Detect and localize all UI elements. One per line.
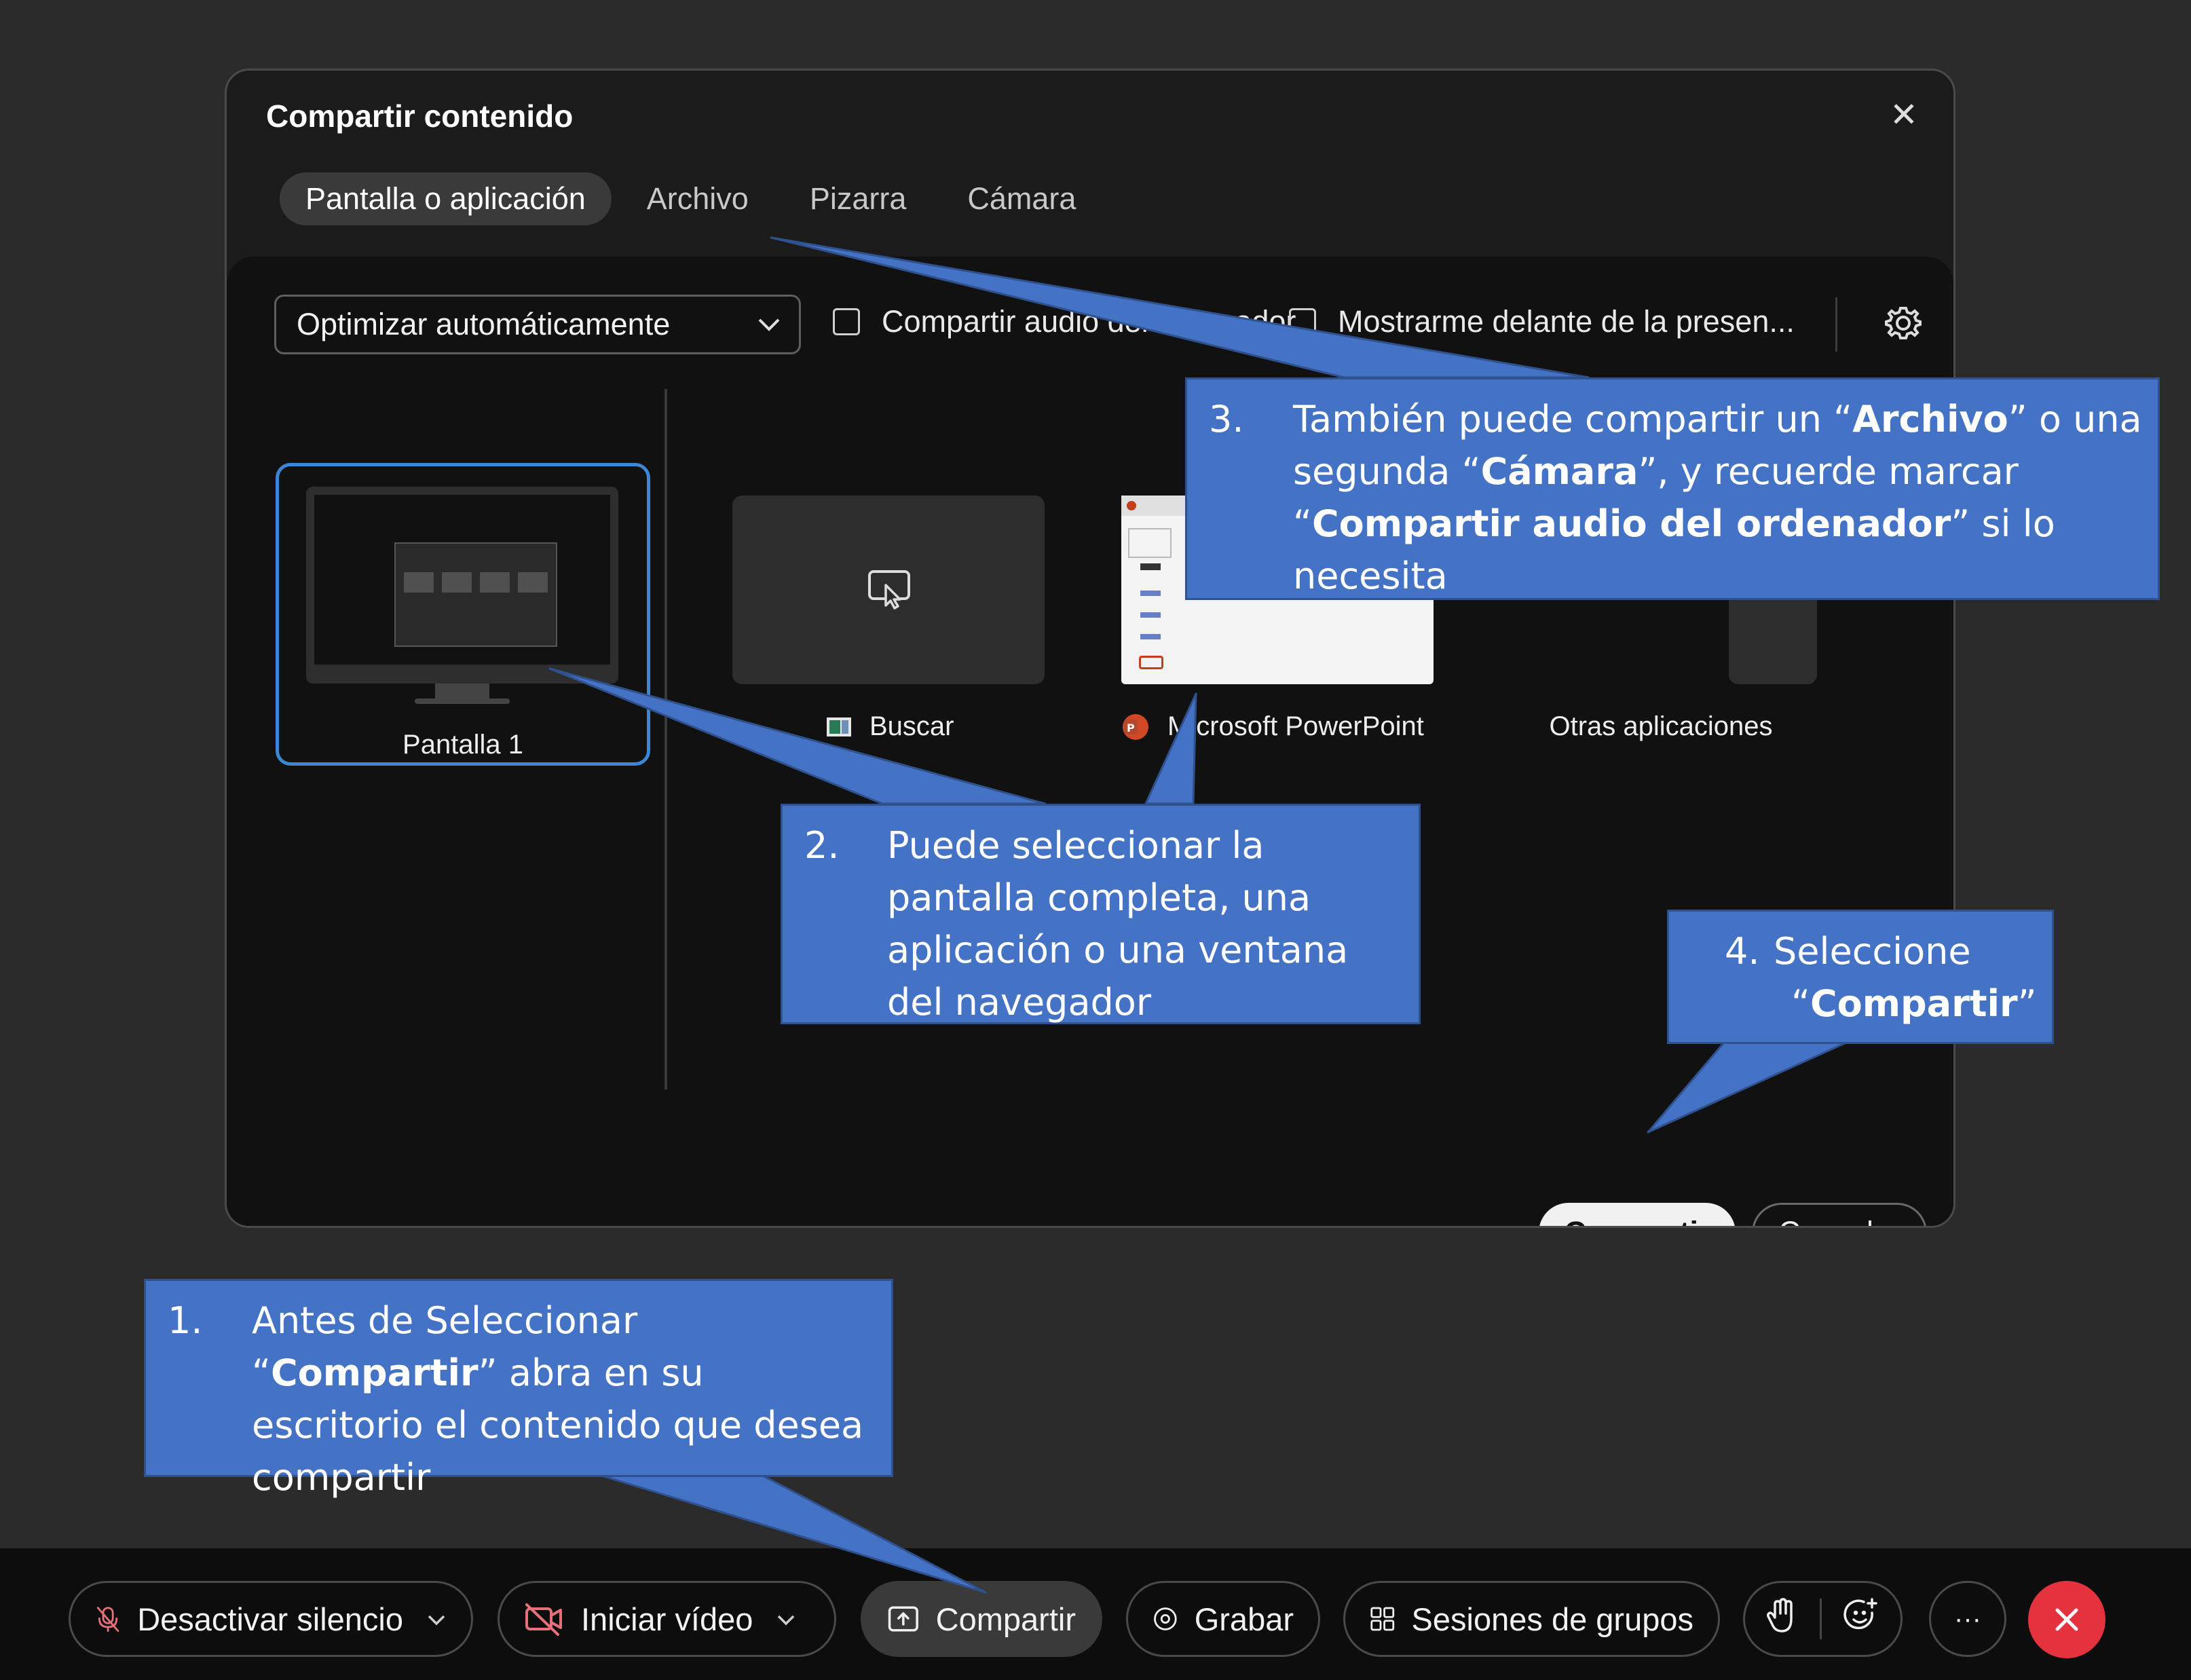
callout-4-number: 4. [1725,930,1760,973]
share-window-icon [868,570,910,610]
share-button[interactable]: Compartir [1539,1203,1736,1226]
record-button[interactable]: Grabar [1126,1581,1320,1657]
start-video-button[interactable]: Iniciar vídeo [498,1581,836,1657]
svg-text:P: P [1127,722,1135,734]
breakout-sessions-label: Sesiones de grupos [1411,1601,1693,1637]
dialog-title: Compartir contenido [266,98,574,134]
breakout-sessions-button[interactable]: Sesiones de grupos [1343,1581,1720,1657]
chevron-down-icon [755,297,783,371]
app-label-other: Otras aplicaciones [1549,711,1773,741]
app-thumbnail [732,496,1045,684]
tab-bar: Pantalla o aplicación Archivo Pizarra Cá… [280,172,1102,225]
mute-label: Desactivar silencio [137,1601,403,1637]
end-call-button[interactable] [2028,1581,2105,1658]
callout-4: 4. Seleccione “Compartir” [1667,910,2054,1044]
optimize-dropdown[interactable]: Optimizar automáticamente [274,295,801,354]
reactions-icon[interactable] [1842,1597,1880,1642]
start-video-label: Iniciar vídeo [581,1601,753,1637]
app-label-search: Buscar [826,711,954,742]
gear-icon[interactable] [1876,296,1930,350]
callout-1: 1. Antes de Seleccionar “Compartir” abra… [144,1279,893,1499]
checkbox-box[interactable] [833,308,860,335]
mute-button[interactable]: Desactivar silencio [69,1581,473,1657]
app-option-search[interactable]: Buscar [732,496,1045,742]
callout-2: 2. Puede seleccionar la pantalla complet… [781,804,1421,1024]
close-icon [2055,1608,2078,1631]
share-toolbar-label: Compartir [935,1601,1076,1637]
callout-2-text: Puede seleccionar la pantalla completa, … [887,824,1349,1024]
callout-4-text: Seleccione “Compartir” [1774,930,2037,1025]
reactions-group [1743,1581,1903,1657]
powerpoint-icon: P [1123,713,1148,740]
divider [1835,297,1837,352]
meeting-toolbar: Desactivar silencio Iniciar vídeo Compar… [0,1548,2191,1680]
checkbox-box[interactable] [1289,308,1316,335]
monitor-foot [415,698,510,704]
callout-3: 3. También puede compartir un “Archivo” … [1185,377,2160,600]
screen-option-1[interactable]: Pantalla 1 [276,463,650,766]
share-audio-checkbox[interactable]: Compartir audio del ordenador [833,304,1296,339]
callout-2-number: 2. [804,824,840,867]
divider [664,389,667,1089]
raise-hand-icon[interactable] [1765,1596,1799,1643]
share-content-dialog: Compartir contenido ✕ Pantalla o aplicac… [225,69,1955,1228]
callout-3-text: También puede compartir un “Archivo” o u… [1293,398,2142,597]
share-toolbar-button[interactable]: Compartir [861,1581,1102,1657]
optimize-value: Optimizar automáticamente [297,307,671,341]
screen-thumbnail [306,487,618,684]
share-screen-icon [888,1606,918,1632]
video-off-icon [525,1603,562,1636]
chevron-down-icon[interactable] [776,1605,796,1633]
show-me-checkbox[interactable]: Mostrarme delante de la presen... [1289,304,1795,339]
record-icon [1154,1607,1177,1630]
breakout-grid-icon [1370,1607,1395,1631]
share-audio-label: Compartir audio del ordenador [882,304,1296,339]
close-icon[interactable]: ✕ [1881,92,1926,137]
record-label: Grabar [1194,1601,1294,1637]
callout-1-text: Antes de Seleccionar “Compartir” abra en… [252,1299,864,1499]
app-label-powerpoint: P Microsoft PowerPoint [1121,711,1424,742]
tab-screen-or-app[interactable]: Pantalla o aplicación [280,172,612,225]
search-app-icon [827,717,851,736]
tab-whiteboard[interactable]: Pizarra [784,172,933,225]
show-me-label: Mostrarme delante de la presen... [1338,304,1795,339]
callout-3-number: 3. [1209,398,1244,441]
tab-file[interactable]: Archivo [621,172,774,225]
more-options-button[interactable]: ··· [1929,1581,2006,1657]
divider [1820,1599,1822,1639]
callout-1-number: 1. [168,1299,203,1342]
screen-label: Pantalla 1 [402,730,523,760]
chevron-down-icon[interactable] [426,1605,447,1633]
cancel-button[interactable]: Cancelar [1752,1203,1927,1226]
mic-muted-icon [96,1607,119,1632]
tab-camera[interactable]: Cámara [941,172,1102,225]
